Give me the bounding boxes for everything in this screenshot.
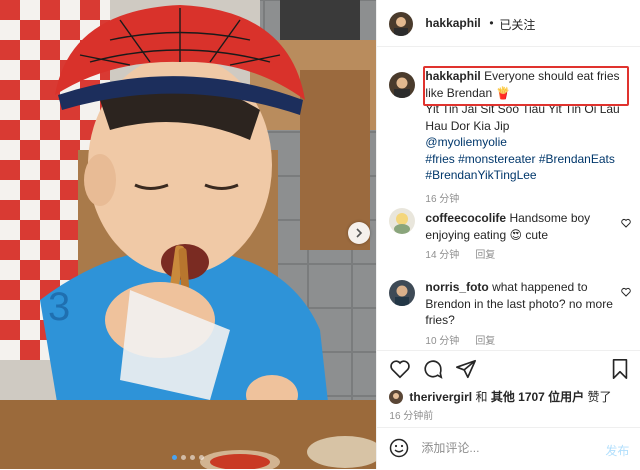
share-icon[interactable] [455, 358, 477, 380]
comment: coffeecocolife Handsome boy enjoying eat… [425, 210, 615, 265]
comment-username[interactable]: coffeecocolife [425, 211, 506, 225]
hashtag-link[interactable]: #fries [425, 152, 454, 166]
caption-author-avatar[interactable] [389, 72, 416, 98]
instagram-post: 3 hakkaphil • 已关注 hakkaphil Everyone sho… [0, 0, 640, 469]
caption-body: Yit Tin Jai Sit Soo Tiau Yit Tin Oi Lau … [425, 102, 620, 133]
commenter-avatar[interactable] [389, 208, 416, 234]
post-timestamp: 16 分钟前 [389, 411, 434, 422]
likes-summary: therivergirl 和 其他 1707 位用户 赞了 [389, 388, 612, 405]
svg-text:3: 3 [48, 285, 70, 329]
comment-time: 10 分钟 [425, 335, 460, 347]
carousel-dot [190, 455, 195, 460]
caption-time: 16 分钟 [425, 193, 460, 205]
follow-status-button[interactable]: 已关注 [499, 16, 535, 33]
author-avatar[interactable] [389, 12, 414, 36]
post-header: hakkaphil • 已关注 [377, 0, 640, 47]
hashtag-link[interactable]: #BrendanYikTingLee [425, 168, 536, 182]
carousel-indicator [172, 455, 204, 460]
post-comment-button[interactable]: 发布 [605, 442, 629, 459]
reply-button[interactable]: 回复 [475, 250, 495, 261]
post-photo[interactable]: 3 [0, 0, 377, 469]
comment: norris_foto what happened to Brendon in … [425, 279, 615, 350]
post-details-panel: hakkaphil • 已关注 hakkaphil Everyone shoul… [376, 0, 640, 469]
author-username[interactable]: hakkaphil [425, 16, 480, 30]
carousel-dot [199, 455, 204, 460]
bookmark-icon[interactable] [609, 358, 631, 380]
likes-count-link[interactable]: 其他 1707 位用户 [491, 388, 584, 405]
hashtag-link[interactable]: #BrendanEats [539, 152, 615, 166]
carousel-dot [172, 455, 177, 460]
post-caption: hakkaphil Everyone should eat fries like… [425, 68, 633, 208]
add-comment-bar: 发布 [377, 427, 640, 470]
caption-username[interactable]: hakkaphil [425, 69, 480, 83]
heart-icon[interactable] [389, 358, 411, 380]
reply-button[interactable]: 回复 [475, 336, 495, 347]
heart-icon[interactable] [621, 218, 632, 228]
comment-username[interactable]: norris_foto [425, 280, 488, 294]
liker-avatar[interactable] [389, 389, 404, 404]
chevron-right-icon [356, 228, 363, 238]
hashtag-link[interactable]: #monstereater [458, 152, 535, 166]
comment-input[interactable] [419, 440, 594, 456]
emoji-icon[interactable] [389, 438, 409, 458]
next-photo-button[interactable] [348, 222, 370, 244]
header-separator: • [489, 16, 494, 30]
likes-connector: 和 [475, 390, 488, 404]
caption-emoji: 🍟 [495, 85, 511, 100]
heart-icon[interactable] [621, 287, 632, 297]
photo-illustration: 3 [0, 0, 377, 469]
commenter-avatar[interactable] [389, 280, 416, 306]
liker-username[interactable]: therivergirl [409, 390, 472, 404]
caption-mention[interactable]: @myoliemyolie [425, 135, 507, 149]
comment-time: 14 分钟 [425, 250, 460, 261]
carousel-dot [181, 455, 186, 460]
likes-suffix: 赞了 [587, 390, 612, 404]
comment-icon[interactable] [422, 358, 444, 380]
